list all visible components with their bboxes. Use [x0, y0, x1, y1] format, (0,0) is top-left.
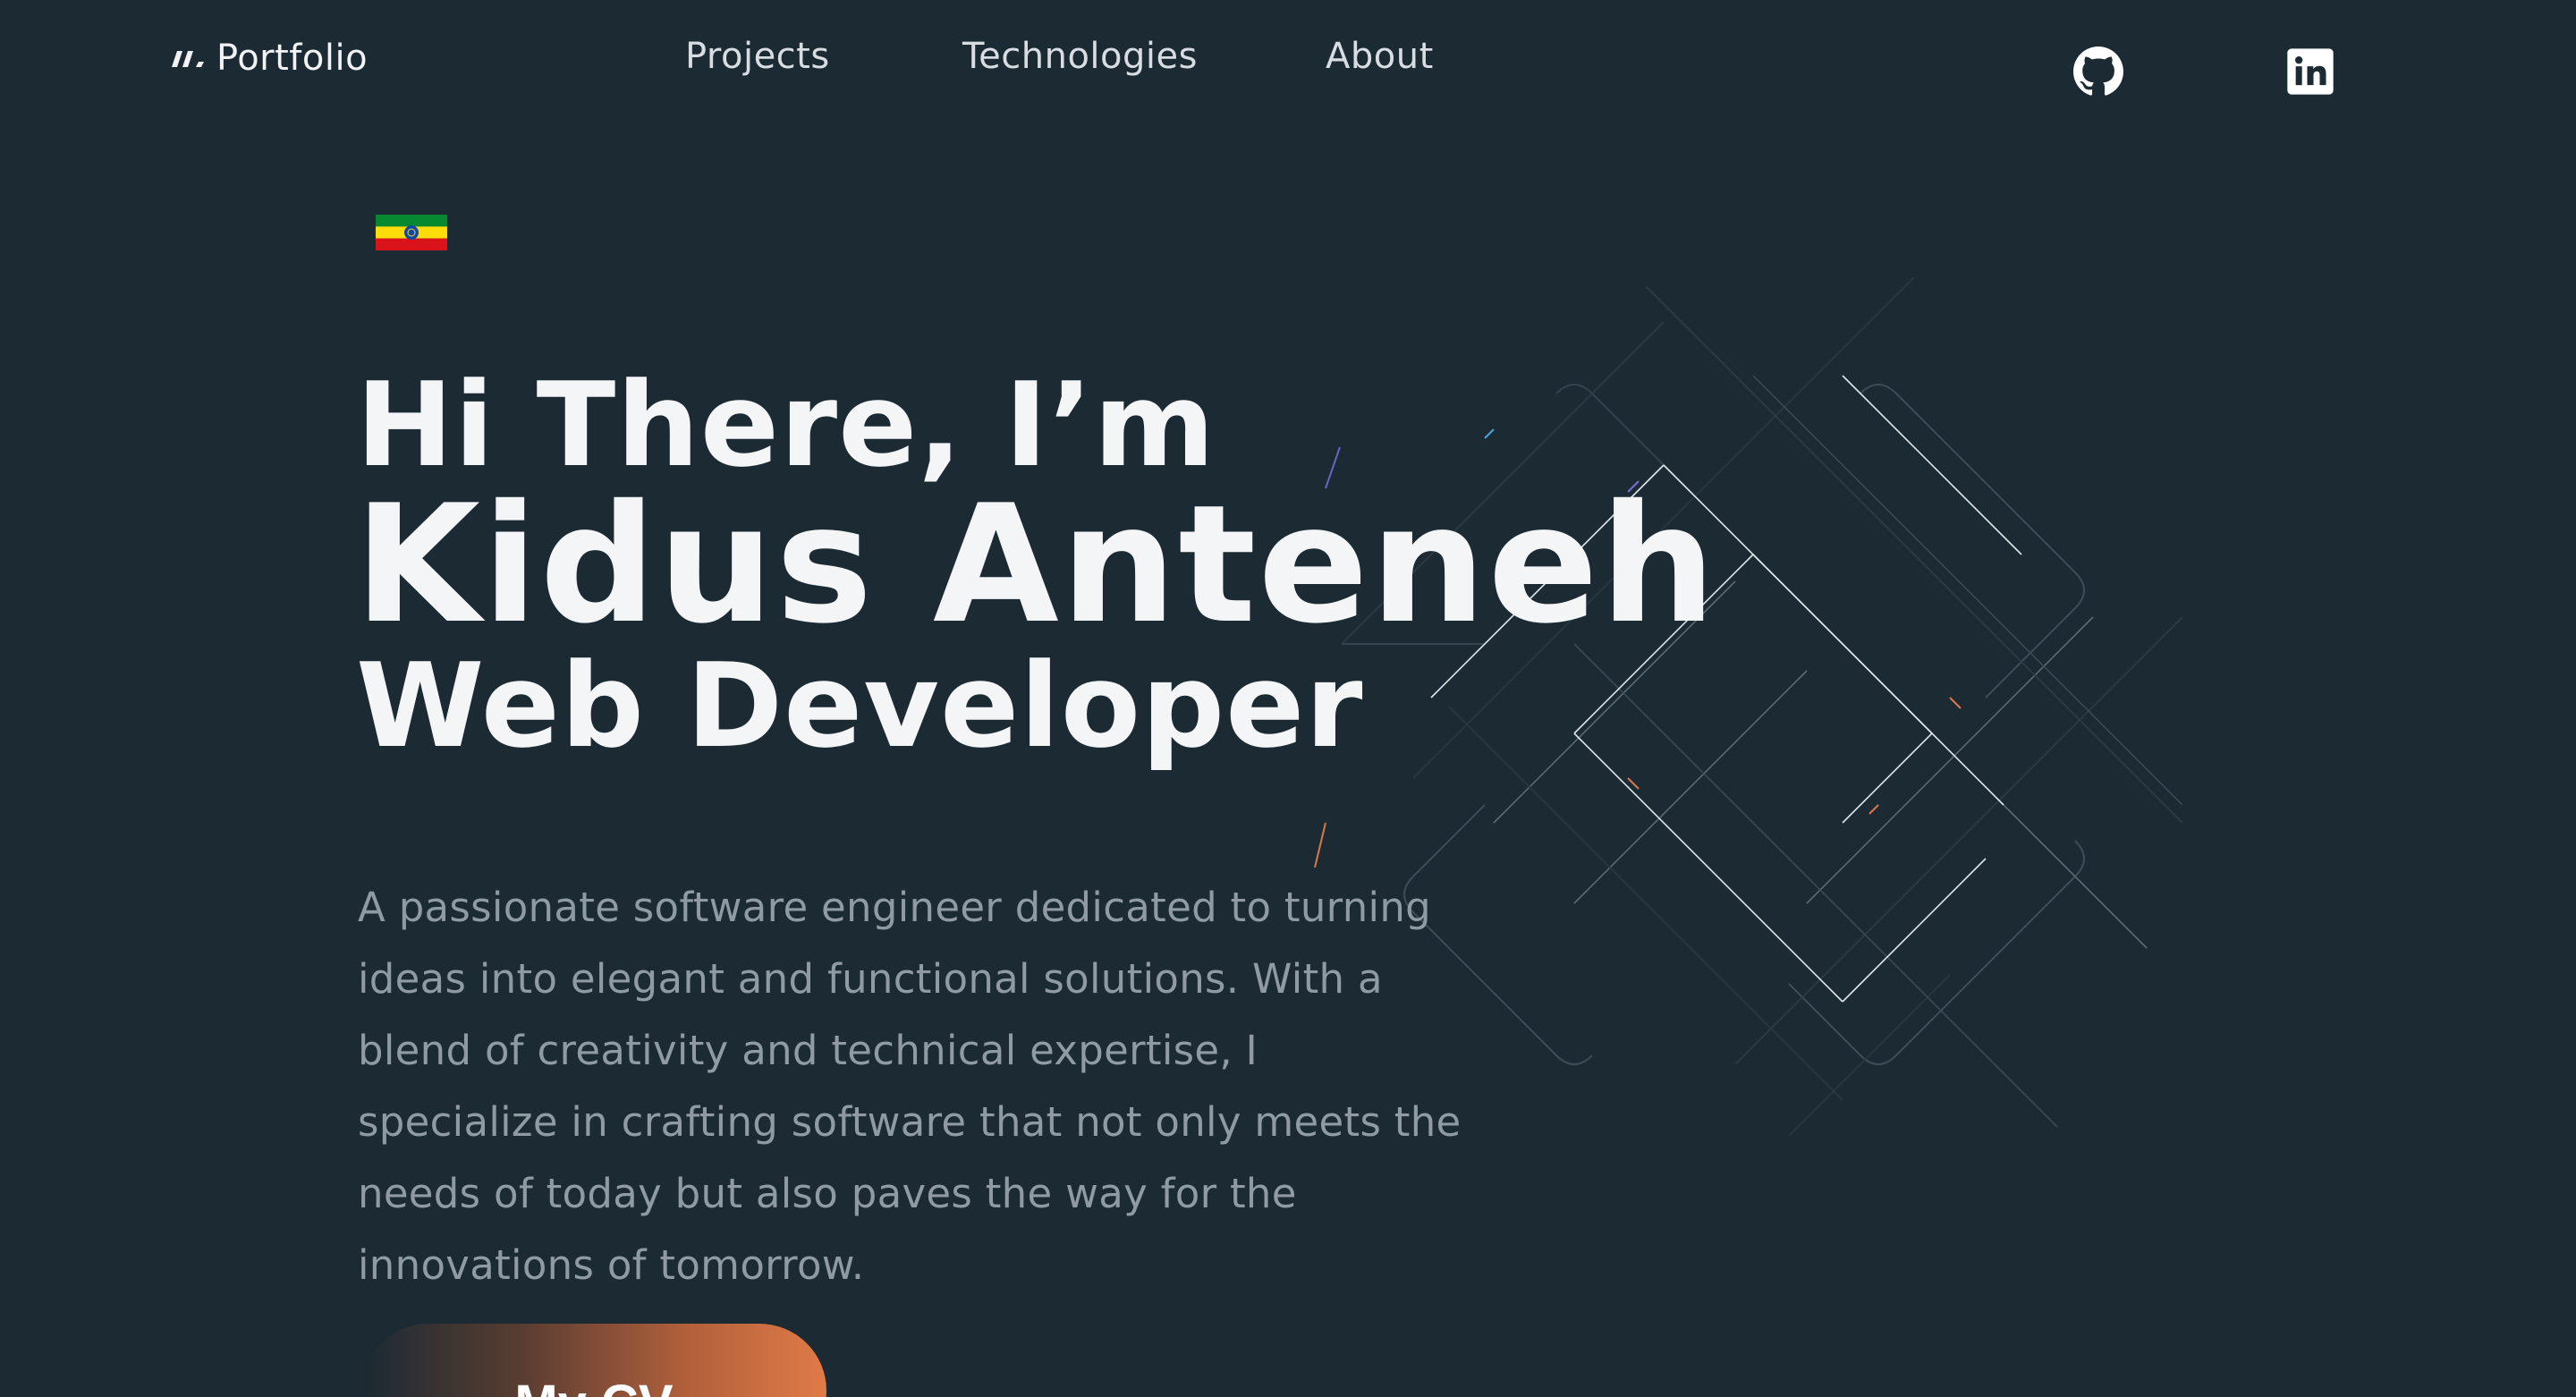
linkedin-icon: [2287, 48, 2334, 95]
logo-slashes-icon: [172, 51, 204, 67]
nav-link-projects[interactable]: Projects: [685, 36, 830, 77]
ethiopia-flag-icon: [376, 215, 447, 250]
logo-link[interactable]: Portfolio: [170, 38, 368, 79]
github-icon: [2073, 47, 2123, 96]
hero-description: A passionate software engineer dedicated…: [358, 884, 1462, 1289]
logo-text: Portfolio: [216, 38, 369, 79]
nav-link-technologies[interactable]: Technologies: [962, 36, 1198, 77]
hero-greeting: Hi There, I’m: [356, 357, 1216, 493]
cv-button[interactable]: My CV: [361, 1324, 826, 1397]
top-navbar: Portfolio Projects Technologies About: [0, 0, 2576, 125]
nav-link-about[interactable]: About: [1326, 36, 1434, 77]
hero-role: Web Developer: [356, 638, 1364, 774]
linkedin-link[interactable]: [2285, 47, 2335, 97]
github-link[interactable]: [2073, 47, 2123, 97]
portfolio-page: Portfolio Projects Technologies About Hi…: [0, 0, 2576, 1397]
hero-name: Kidus Anteneh: [354, 470, 1718, 659]
